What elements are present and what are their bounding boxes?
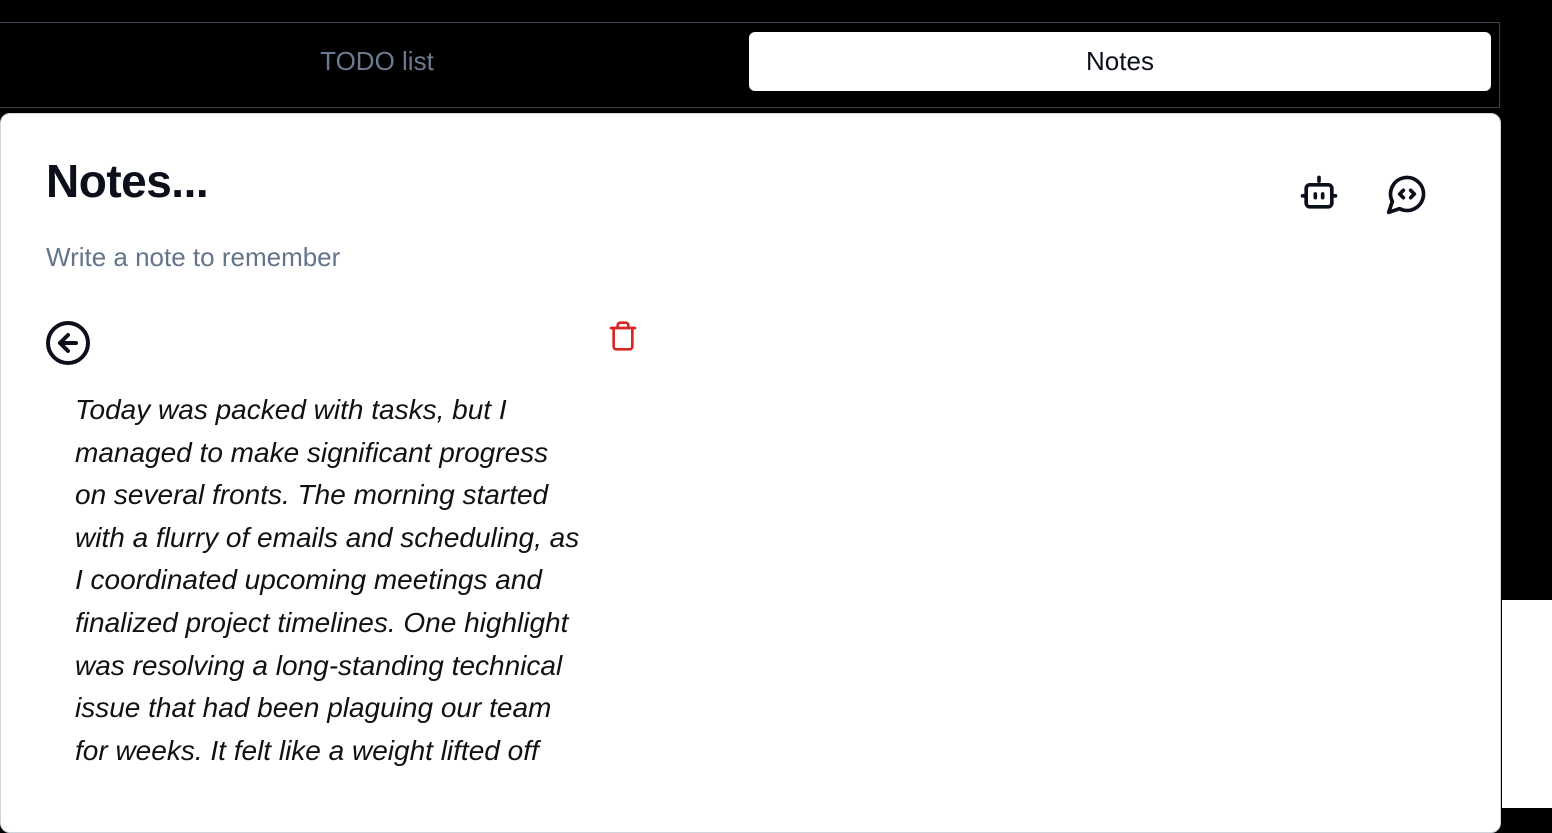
note-text[interactable]: Today was packed with tasks, but I manag…: [75, 389, 635, 772]
tab-bar: TODO list Notes: [0, 22, 1500, 108]
arrow-left-circle-icon: [46, 321, 90, 365]
tab-todo-list[interactable]: TODO list: [8, 32, 746, 91]
bot-icon: [1300, 175, 1338, 209]
back-button[interactable]: [44, 319, 92, 367]
tab-notes[interactable]: Notes: [749, 32, 1491, 91]
page-background-strip: [1502, 600, 1552, 808]
notes-card: Notes... Write a note to remember Today …: [0, 113, 1501, 833]
chat-code-button[interactable]: [1383, 170, 1431, 218]
message-code-icon: [1386, 175, 1426, 215]
bot-button[interactable]: [1295, 170, 1343, 218]
delete-note-button[interactable]: [601, 314, 645, 358]
trash-icon: [609, 321, 637, 351]
page-title: Notes...: [46, 155, 209, 207]
page-subtitle: Write a note to remember: [46, 242, 341, 272]
